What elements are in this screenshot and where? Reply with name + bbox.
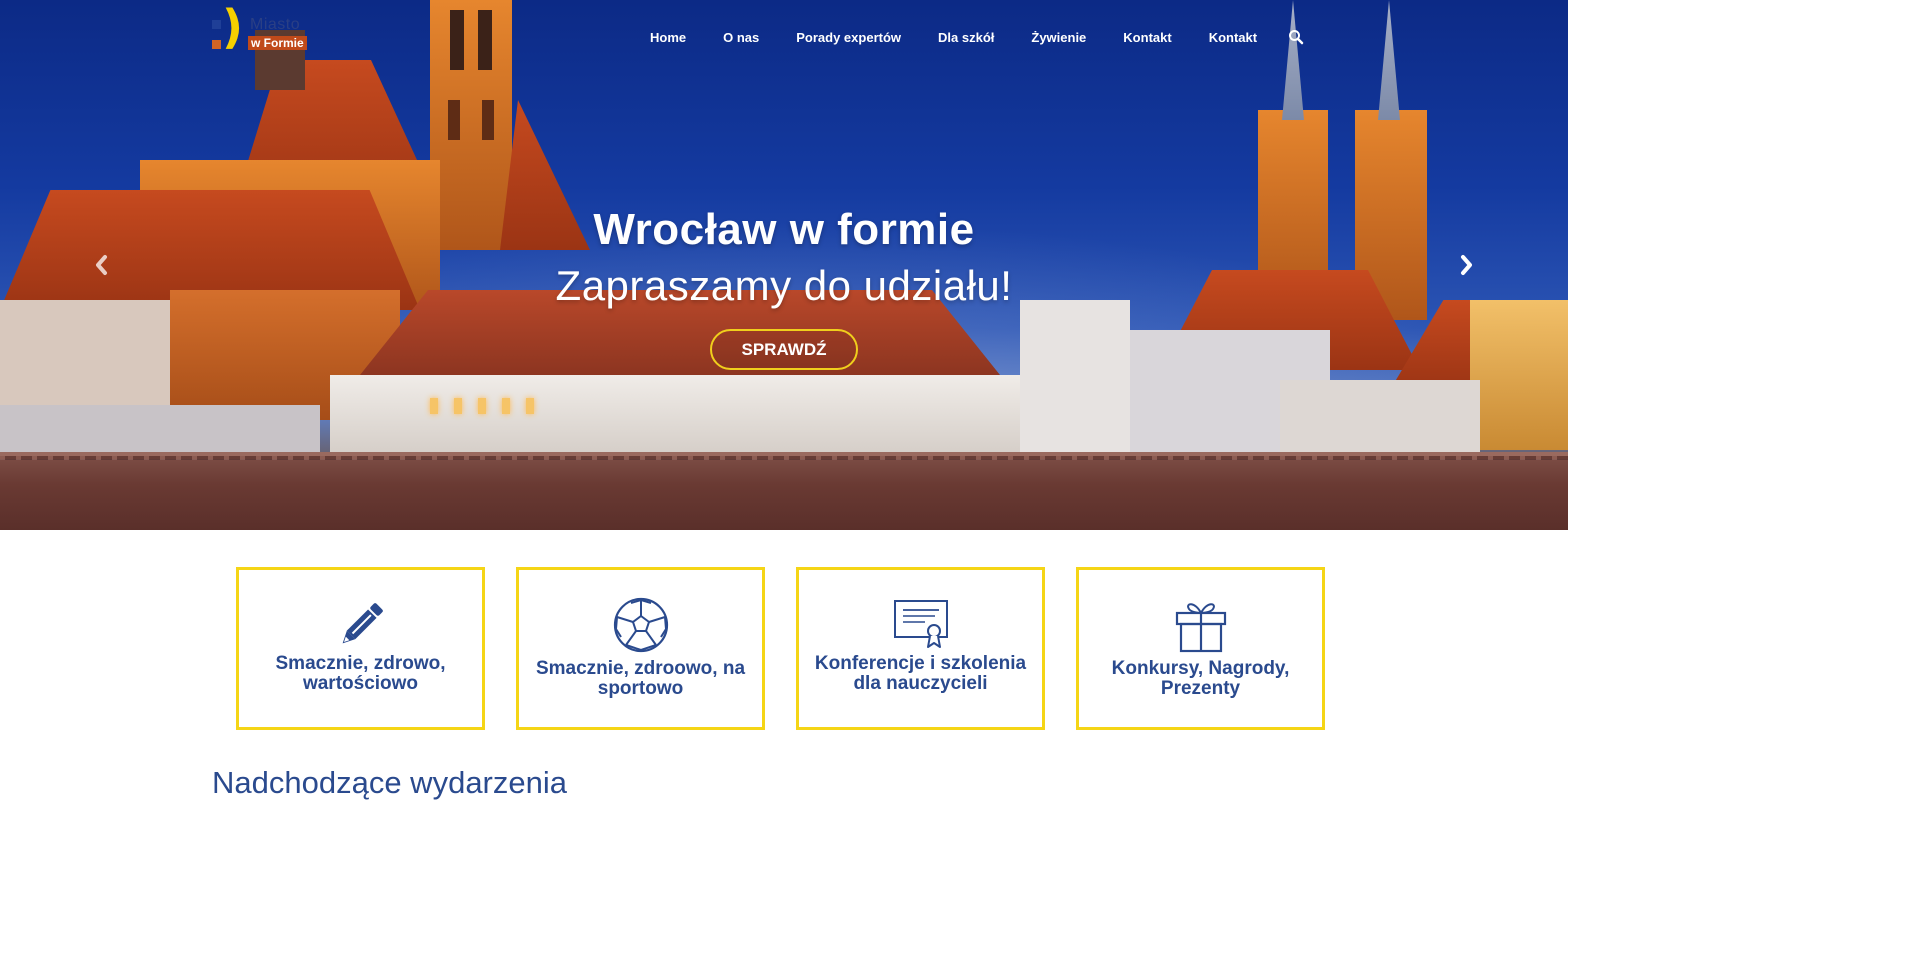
card-na-sportowo[interactable]: Smacznie, zdroowo, na sportowo bbox=[516, 567, 765, 730]
nav-item-zywienie[interactable]: Żywienie bbox=[1031, 30, 1086, 45]
gift-icon bbox=[1173, 597, 1229, 653]
card-label: Smacznie, zdroowo, na sportowo bbox=[535, 658, 746, 699]
card-konferencje[interactable]: Konferencje i szkolenia dla nauczycieli bbox=[796, 567, 1045, 730]
nav-item-o-nas[interactable]: O nas bbox=[723, 30, 759, 45]
card-label: Konkursy, Nagrody, Prezenty bbox=[1111, 658, 1290, 699]
card-smacznie-zdrowo[interactable]: Smacznie, zdrowo, wartościowo bbox=[236, 567, 485, 730]
feature-cards: Smacznie, zdrowo, wartościowo Smacznie, … bbox=[236, 567, 1325, 730]
logo-line2: w Formie bbox=[248, 36, 307, 50]
nav-item-home[interactable]: Home bbox=[650, 30, 686, 45]
hero-title: Wrocław w formie bbox=[593, 205, 975, 254]
nav-item-porady-expertow[interactable]: Porady expertów bbox=[796, 30, 901, 45]
pencil-icon bbox=[333, 597, 389, 653]
hero-banner: ) Miasto w Formie Home O nas Porady expe… bbox=[0, 0, 1568, 530]
card-konkursy[interactable]: Konkursy, Nagrody, Prezenty bbox=[1076, 567, 1325, 730]
main-nav: Home O nas Porady expertów Dla szkół Żyw… bbox=[650, 29, 1304, 45]
hero-subtitle: Zapraszamy do udziału! bbox=[555, 262, 1013, 309]
cta-button[interactable]: SPRAWDŹ bbox=[710, 329, 858, 370]
card-label: Smacznie, zdrowo, wartościowo bbox=[275, 653, 446, 694]
card-label: Konferencje i szkolenia dla nauczycieli bbox=[814, 653, 1027, 694]
certificate-icon bbox=[893, 597, 949, 653]
chevron-right-icon[interactable] bbox=[1454, 252, 1478, 278]
chevron-left-icon[interactable] bbox=[90, 252, 114, 278]
soccer-ball-icon bbox=[613, 597, 669, 653]
logo-line1: Miasto bbox=[250, 16, 301, 33]
section-title: Nadchodzące wydarzenia bbox=[212, 765, 567, 800]
search-icon[interactable] bbox=[1288, 29, 1304, 45]
nav-item-dla-szkol[interactable]: Dla szkół bbox=[938, 30, 994, 45]
site-logo[interactable]: ) Miasto w Formie bbox=[212, 4, 312, 65]
nav-item-kontakt-2[interactable]: Kontakt bbox=[1209, 30, 1257, 45]
nav-item-kontakt[interactable]: Kontakt bbox=[1123, 30, 1171, 45]
